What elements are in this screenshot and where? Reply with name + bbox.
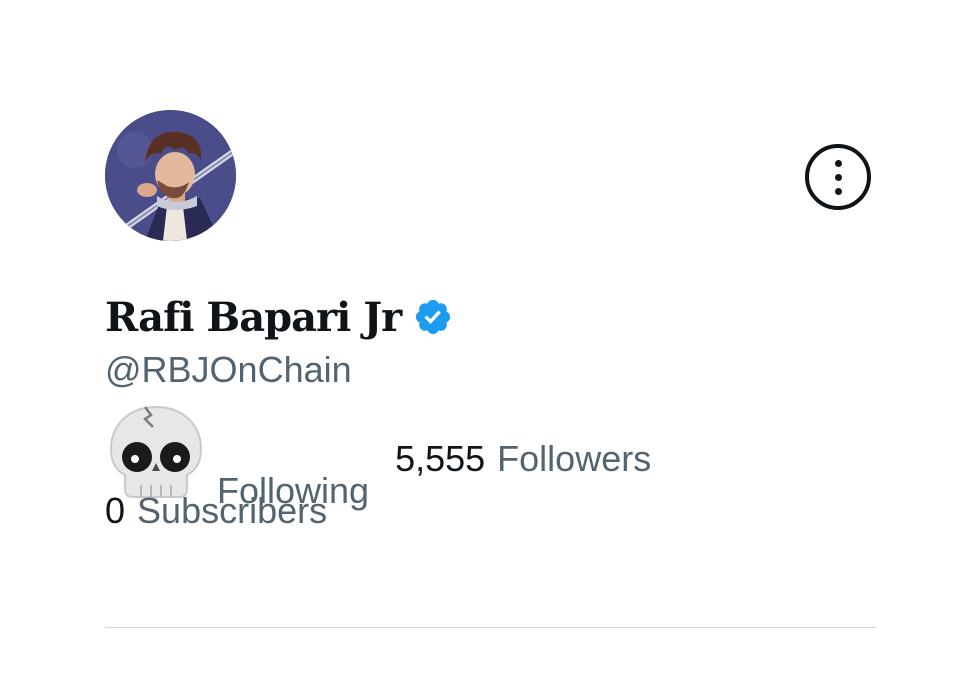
subscribers-label: Subscribers [137, 490, 328, 531]
profile-stats: Following 5,555 Followers [105, 405, 651, 511]
more-options-icon-dot [835, 174, 842, 181]
section-divider [105, 627, 876, 628]
profile-avatar[interactable] [105, 110, 236, 241]
profile-handle: @RBJOnChain [105, 349, 352, 390]
more-options-icon [835, 160, 842, 167]
subscribers-link[interactable]: 0 Subscribers [105, 490, 327, 532]
followers-link[interactable]: 5,555 Followers [395, 438, 651, 480]
followers-label: Followers [497, 438, 652, 479]
avatar-image [105, 110, 236, 241]
subscribers-row: 0 Subscribers [105, 488, 327, 534]
profile-name-row: Rafi Bapari Jr [105, 288, 453, 346]
subscribers-count: 0 [105, 490, 126, 531]
verified-badge-icon[interactable] [413, 297, 453, 337]
display-name: Rafi Bapari Jr [105, 293, 402, 341]
followers-count: 5,555 [395, 438, 486, 479]
more-options-icon-dot [835, 188, 842, 195]
more-options-button[interactable] [805, 144, 871, 210]
